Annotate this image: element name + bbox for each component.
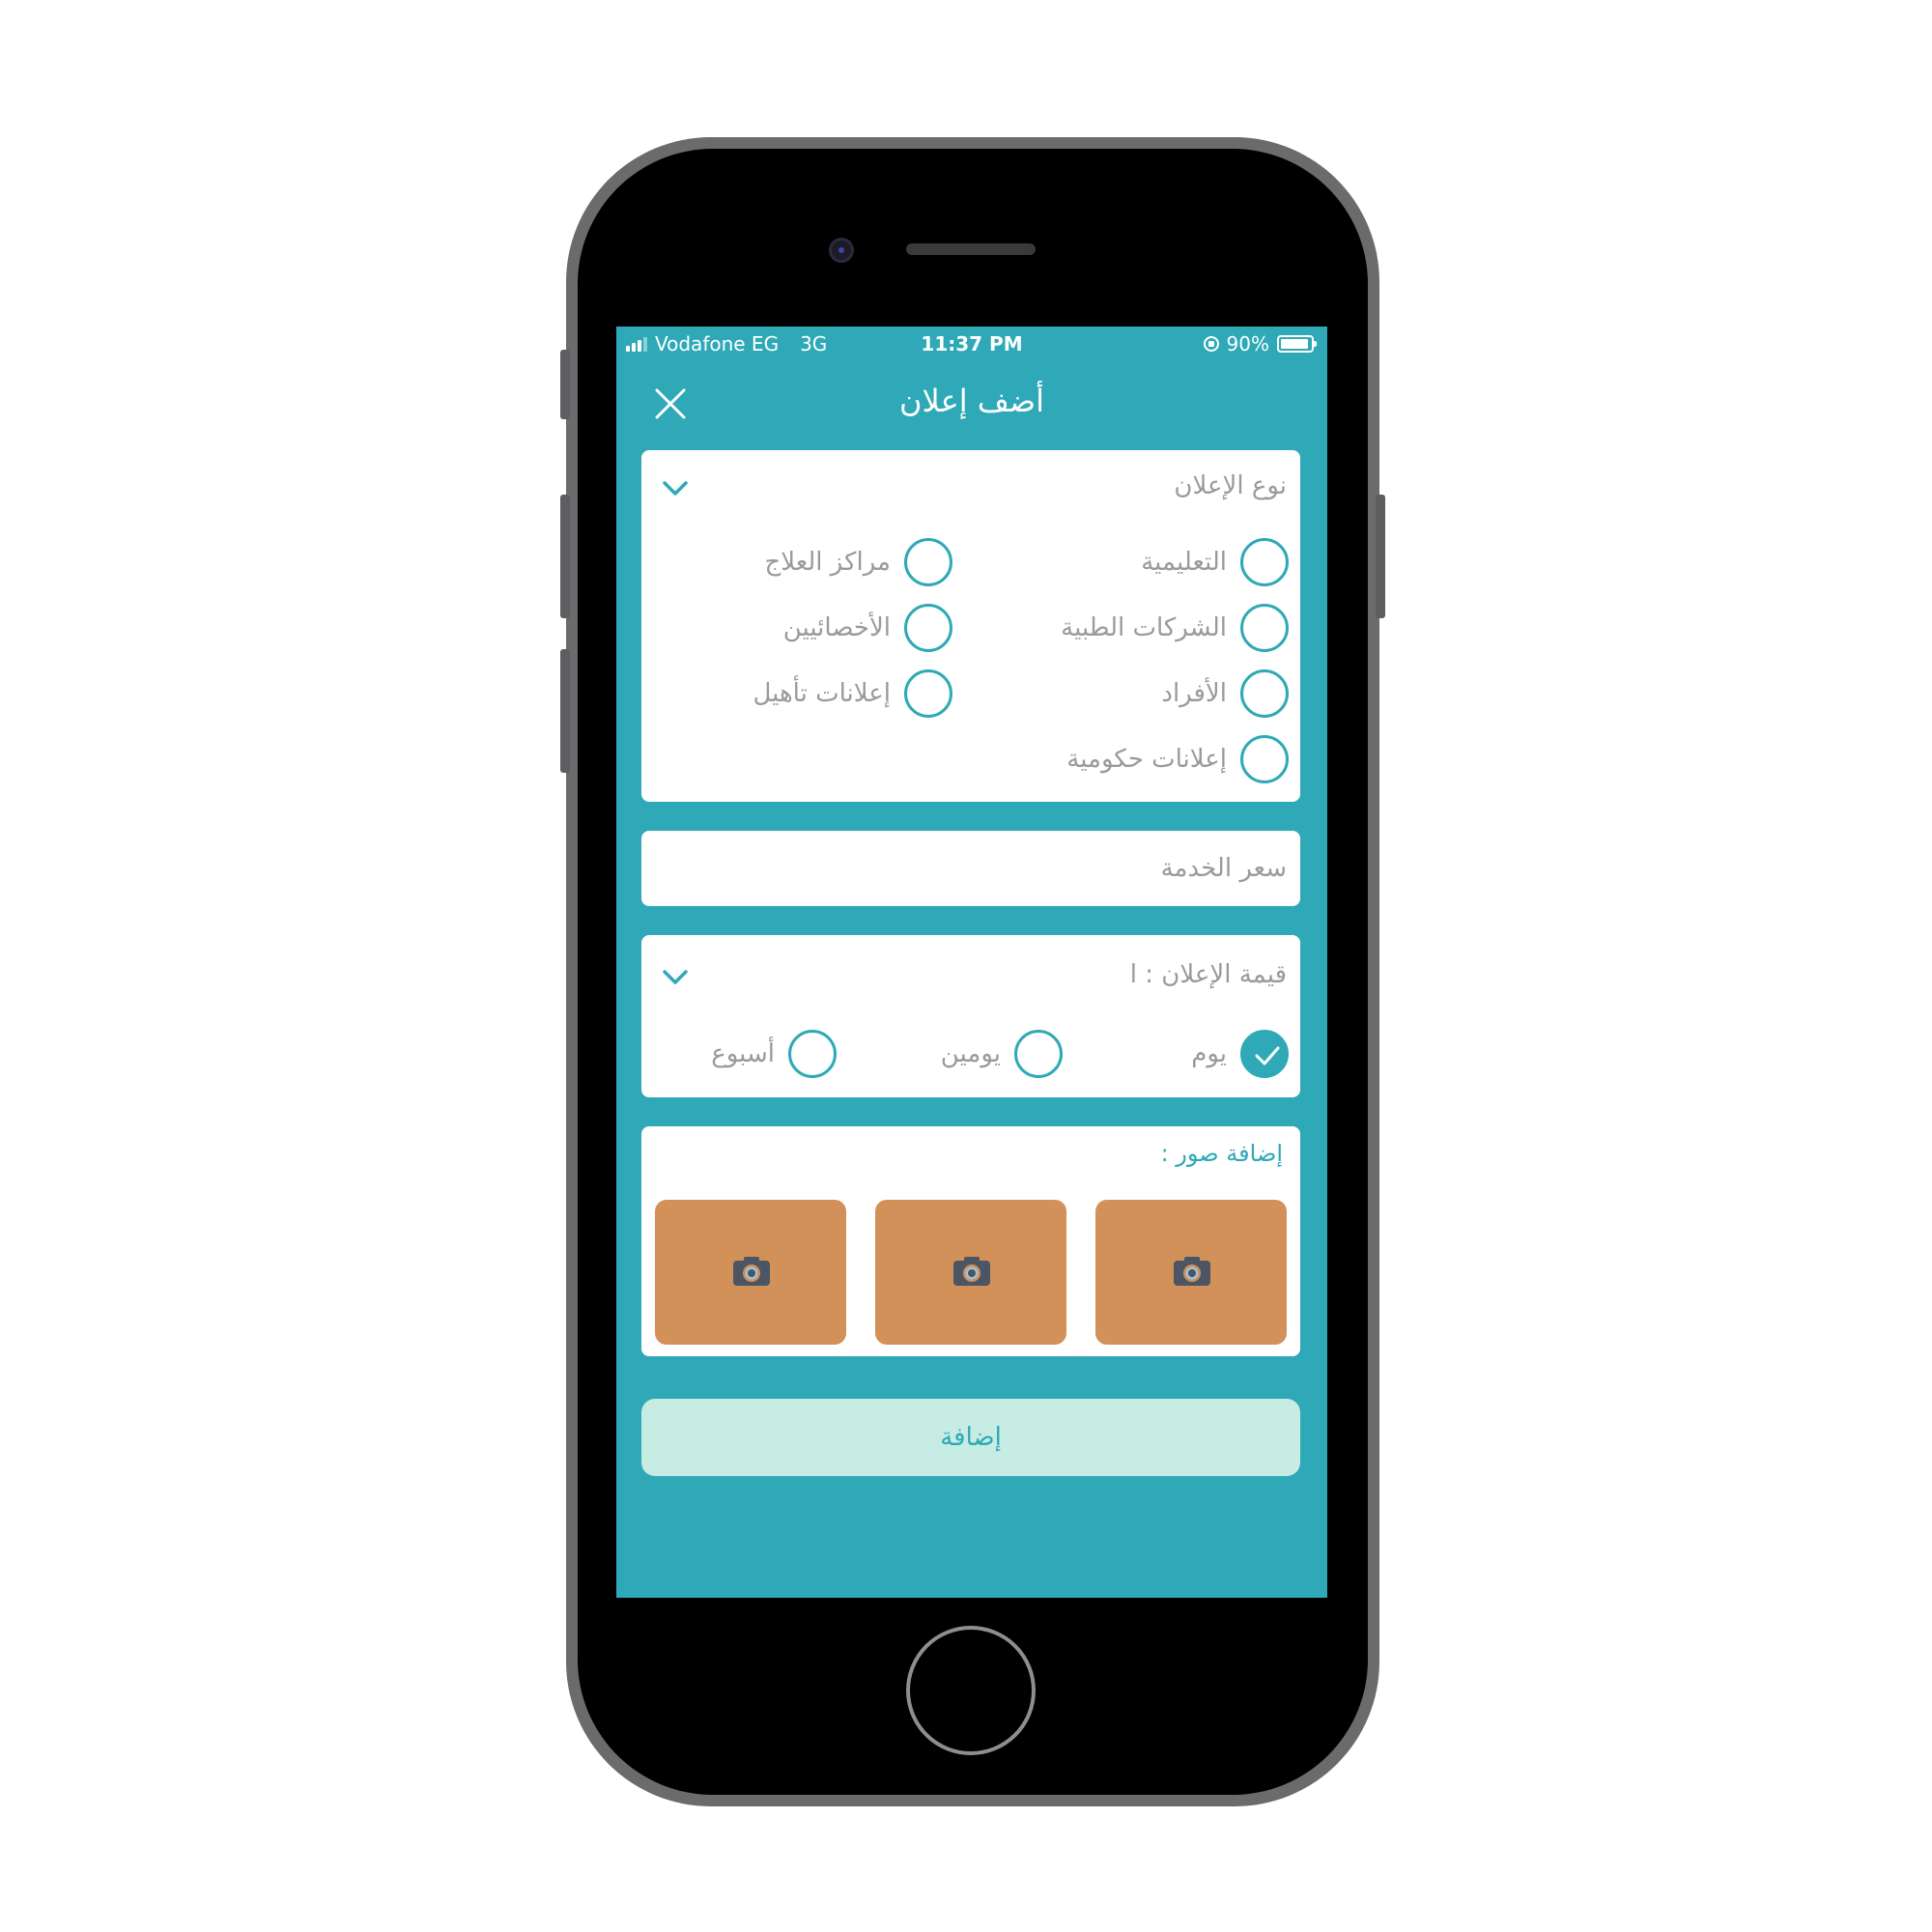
radio-button[interactable] [1240,538,1289,586]
camera-icon [733,1257,770,1286]
option-label: الشركات الطبية [1061,613,1227,642]
rotation-lock-icon [1203,336,1219,352]
radio-button[interactable] [1240,735,1289,783]
ad-type-option-educational[interactable]: التعليمية [1141,538,1289,586]
battery-icon [1277,335,1317,353]
add-photos-card: إضافة صور : [641,1126,1300,1356]
photo-slot-1[interactable] [1095,1200,1287,1345]
radio-button[interactable] [904,669,952,718]
page-title: أضف إعلان [899,383,1044,419]
option-label: إعلانات تأهيل [753,679,891,708]
option-label: الأفراد [1161,679,1227,708]
camera-icon [1174,1257,1210,1286]
radio-button[interactable] [788,1030,837,1078]
radio-button[interactable] [904,538,952,586]
add-photos-label: إضافة صور : [1160,1140,1283,1167]
photo-slot-3[interactable] [655,1200,846,1345]
ad-type-label: نوع الإعلان [1174,471,1287,500]
option-label: مراكز العلاج [764,548,891,577]
app-screen: Vodafone EG 3G 11:37 PM 90% أضف إعلان نو… [616,327,1327,1598]
ad-type-option-treatment-centers[interactable]: مراكز العلاج [765,538,952,586]
volume-up-button [560,495,570,618]
chevron-down-icon[interactable] [661,968,690,987]
radio-button[interactable] [1240,669,1289,718]
radio-button[interactable] [1240,604,1289,652]
ad-value-option-week[interactable]: أسبوع [711,1030,837,1078]
checkmark-icon [1255,1046,1280,1065]
service-price-card [641,831,1300,906]
option-label: الأخصائيين [782,613,891,642]
status-bar: Vodafone EG 3G 11:37 PM 90% [616,327,1327,361]
option-label: إعلانات حكومية [1066,745,1227,774]
ad-type-option-individuals[interactable]: الأفراد [1161,669,1289,718]
option-label: يوم [1191,1039,1227,1068]
radio-button[interactable] [1014,1030,1063,1078]
power-button [1376,495,1385,618]
mute-switch [560,350,570,419]
ad-type-card: نوع الإعلان التعليمية مراكز العلاج الشرك… [641,450,1300,802]
volume-down-button [560,649,570,773]
ad-value-card: قيمة الإعلان : ا يوم يومين أسبوع [641,935,1300,1097]
earpiece-speaker [906,243,1036,255]
chevron-down-icon[interactable] [661,479,690,498]
nav-bar: أضف إعلان [616,361,1327,439]
radio-button[interactable] [904,604,952,652]
radio-button-checked[interactable] [1240,1030,1289,1078]
camera-icon [953,1257,990,1286]
ad-value-label: قيمة الإعلان : ا [1129,960,1287,989]
option-label: التعليمية [1141,548,1227,577]
front-camera [829,238,854,263]
service-price-input[interactable] [641,831,1300,906]
ad-type-option-government-ads[interactable]: إعلانات حكومية [1066,735,1289,783]
photo-slot-2[interactable] [875,1200,1066,1345]
status-right: 90% [1203,332,1317,355]
ad-value-option-day[interactable]: يوم [1191,1030,1289,1078]
option-label: يومين [940,1039,1001,1068]
battery-percent: 90% [1226,332,1269,355]
option-label: أسبوع [711,1039,775,1068]
ad-type-option-rehab-ads[interactable]: إعلانات تأهيل [753,669,952,718]
ad-type-option-specialists[interactable]: الأخصائيين [783,604,952,652]
submit-button[interactable]: إضافة [641,1399,1300,1476]
ad-type-option-medical-companies[interactable]: الشركات الطبية [1061,604,1289,652]
ad-value-option-two-days[interactable]: يومين [941,1030,1063,1078]
home-button[interactable] [906,1626,1036,1755]
